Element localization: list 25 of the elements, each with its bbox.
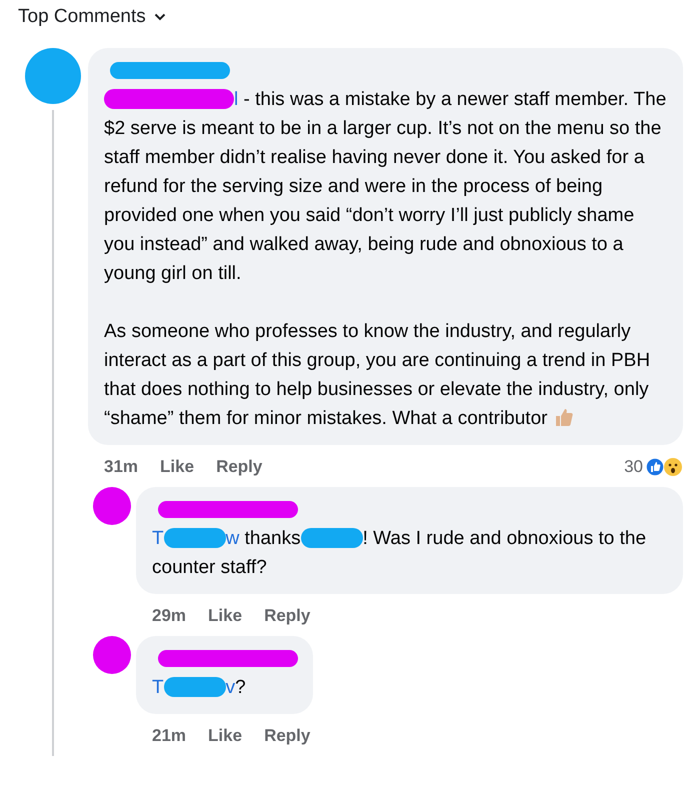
mention-link[interactable]: T xyxy=(152,677,164,698)
reply-link[interactable]: Reply xyxy=(264,606,310,626)
chevron-down-icon[interactable] xyxy=(154,13,166,21)
comment-time: 31m xyxy=(104,457,138,477)
reply-link[interactable]: Reply xyxy=(264,726,310,746)
mention-link[interactable]: v xyxy=(226,677,236,698)
comment-text: l - this was a mistake by a newer staff member. The $2 serve is meant to be in a larger cup. It’s not on the menu so the staff member didn’t realise having never done it. You asked for a refund for the serving size and were in the process of being provided one when you said “don’t worry I’ll just publicly shame you instead” and walked away, being rude and obnoxious to a young girl on till. xyxy=(104,88,668,286)
mention-link[interactable]: l xyxy=(234,89,238,110)
like-reaction-icon xyxy=(645,457,665,477)
like-link[interactable]: Like xyxy=(160,457,194,477)
comment-text: T v? xyxy=(152,676,247,700)
comment-text: T w thanks ! Was I rude and obnoxious to the counter staff? xyxy=(152,527,648,580)
avatar[interactable] xyxy=(93,487,131,525)
sort-dropdown-label[interactable]: Top Comments xyxy=(18,6,146,28)
wow-reaction-icon xyxy=(663,457,683,477)
comment-text: As someone who professes to know the industry, and regularly interact as a part of this group, you are continuing a trend in PBH that does nothing to help businesses or elevate the industry, only “shame” them for minor mistakes. What a contributor xyxy=(104,320,652,431)
comment-time: 29m xyxy=(152,606,186,626)
like-link[interactable]: Like xyxy=(208,606,242,626)
reply-link[interactable]: Reply xyxy=(216,457,262,477)
mention-link[interactable]: T xyxy=(152,528,164,549)
avatar[interactable] xyxy=(93,636,131,674)
comment-time: 21m xyxy=(152,726,186,746)
reaction-count: 30 xyxy=(624,457,643,477)
like-link[interactable]: Like xyxy=(208,726,242,746)
mention-link[interactable]: w xyxy=(226,528,240,549)
